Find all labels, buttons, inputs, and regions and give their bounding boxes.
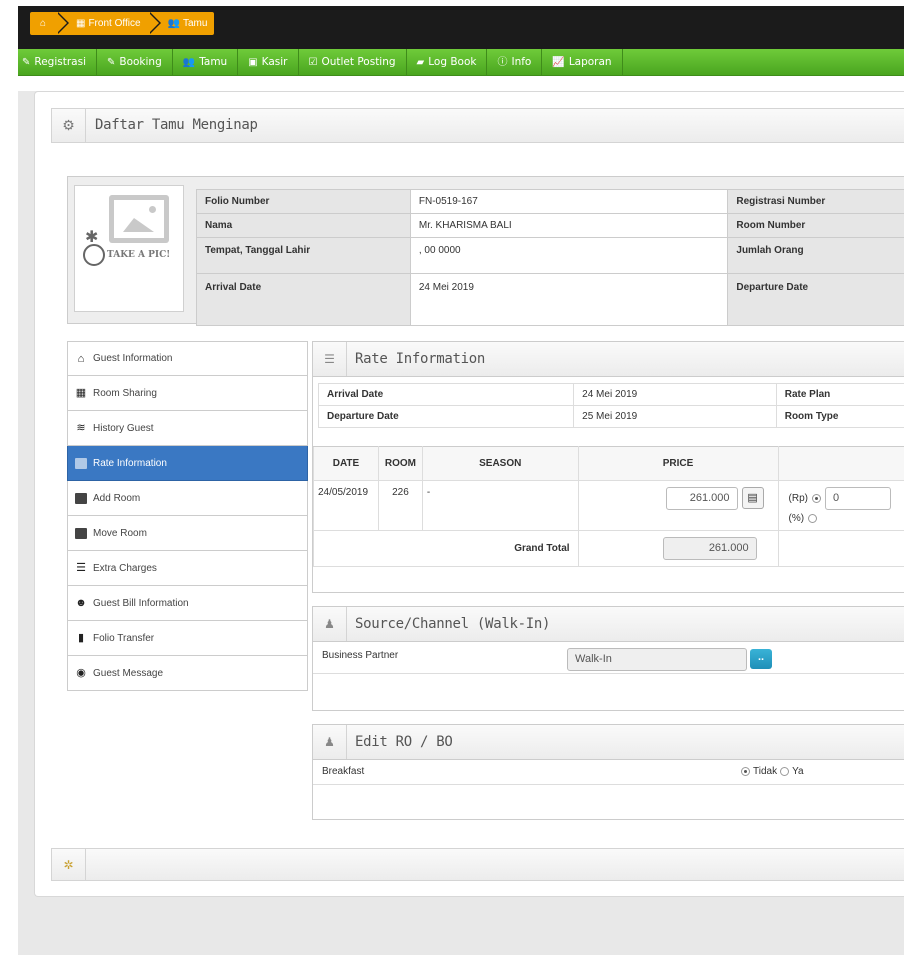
sparkle-icon: ✲ <box>52 849 86 880</box>
chart-icon <box>75 527 87 539</box>
nav-history-guest[interactable]: ≋ History Guest <box>67 411 308 446</box>
select-partner-button[interactable]: .. <box>750 649 772 669</box>
layers-icon: ≋ <box>76 422 86 434</box>
edit-icon: ✎ <box>106 57 116 68</box>
page-title: Daftar Tamu Menginap <box>95 117 258 133</box>
group-icon: ☻ <box>75 597 87 609</box>
book-icon: ▰ <box>416 57 425 68</box>
info-icon: ⓘ <box>497 57 508 68</box>
page-header: ⚙ Daftar Tamu Menginap <box>51 108 904 143</box>
take-photo-button[interactable]: ✱ TAKE A PIC! <box>74 185 184 312</box>
chart-icon <box>75 457 87 469</box>
breadcrumb-front-office[interactable]: ▦ Front Office <box>56 12 161 35</box>
folio-summary: ✱ TAKE A PIC! Folio Number FN-0519-167 R… <box>67 176 904 326</box>
birth-place-date: , 00 0000 <box>409 237 729 274</box>
discount-input[interactable]: 0 <box>824 487 891 510</box>
menu-log-book[interactable]: ▰ Log Book <box>407 49 488 76</box>
list-icon: ☰ <box>313 342 347 376</box>
table-row: 24/05/2019 226 - 261.000 ▤ (Rp) 0 (%) <box>313 480 904 531</box>
menu-tamu[interactable]: 👥 Tamu <box>173 49 239 76</box>
menu-kasir[interactable]: ▣ Kasir <box>238 49 299 76</box>
nav-guest-information[interactable]: ⌂ Guest Information <box>67 341 308 376</box>
footer-bar: ✲ <box>51 848 904 881</box>
list-icon: ☰ <box>76 562 86 574</box>
edit-ro-bo-title: Edit RO / BO <box>355 734 453 750</box>
rate-departure-date: 25 Mei 2019 <box>573 405 777 428</box>
price-input[interactable]: 261.000 <box>665 487 738 510</box>
gear-icon: ⚙ <box>52 109 86 142</box>
discount-rp-radio[interactable] <box>811 494 821 503</box>
main-menu: ✎ Registrasi ✎ Booking 👥 Tamu ▣ Kasir ☑ Outle… <box>18 49 904 76</box>
rate-information-panel: ☰ Rate Information Arrival Date 24 Mei 2… <box>312 341 904 593</box>
chart-icon <box>75 492 87 504</box>
grid-icon: ▦ <box>75 387 87 399</box>
book-icon: ▮ <box>77 632 85 644</box>
rate-table-header: DATE ROOM SEASON PRICE ( <box>313 446 904 481</box>
breakfast-ya-radio[interactable] <box>780 767 790 776</box>
grand-total-row: Grand Total 261.000 <box>313 530 904 567</box>
menu-laporan[interactable]: 📈 Laporan <box>542 49 623 76</box>
arrival-date: 24 Mei 2019 <box>409 273 729 326</box>
nav-add-room[interactable]: Add Room <box>67 481 308 516</box>
money-icon: ▣ <box>248 57 258 68</box>
discount-pct-radio[interactable] <box>808 514 818 523</box>
nav-room-sharing[interactable]: ▦ Room Sharing <box>67 376 308 411</box>
breakfast-tidak-radio[interactable] <box>741 767 750 776</box>
menu-registrasi[interactable]: ✎ Registrasi <box>18 49 97 76</box>
nav-guest-message[interactable]: ◉ Guest Message <box>67 656 308 691</box>
grand-total-value: 261.000 <box>662 537 757 560</box>
source-channel-panel: ♟ Source/Channel (Walk-In) Business Part… <box>312 606 904 711</box>
nav-rate-information[interactable]: Rate Information <box>67 446 308 481</box>
edit-icon: ✎ <box>22 57 31 68</box>
check-square-icon: ☑ <box>308 57 318 68</box>
menu-booking[interactable]: ✎ Booking <box>97 49 173 76</box>
top-bar: ⌂ ▦ Front Office 👥 Tamu <box>18 6 904 49</box>
main-panel: ⚙ Daftar Tamu Menginap ✱ TAKE A PIC! Fol… <box>34 91 904 897</box>
calendar-icon: ▦ <box>76 18 86 29</box>
home-icon: ⌂ <box>39 18 47 29</box>
users-icon: 👥 <box>182 57 196 68</box>
nav-move-room[interactable]: Move Room <box>67 516 308 551</box>
home-icon: ⌂ <box>77 352 85 365</box>
breadcrumb-home[interactable]: ⌂ <box>30 12 69 35</box>
business-partner-input[interactable]: Walk-In <box>567 648 747 671</box>
source-channel-title: Source/Channel (Walk-In) <box>355 616 551 632</box>
nav-extra-charges[interactable]: ☰ Extra Charges <box>67 551 308 586</box>
guest-sidenav: ⌂ Guest Information ▦ Room Sharing ≋ Histor… <box>67 341 308 691</box>
rate-dates-table: Arrival Date 24 Mei 2019 Rate Plan Depar… <box>317 383 904 428</box>
user-icon: ♟ <box>313 725 347 759</box>
gamepad-icon: ◉ <box>76 667 86 679</box>
folio-table: Folio Number FN-0519-167 Registrasi Numb… <box>196 189 904 326</box>
nav-guest-bill-information[interactable]: ☻ Guest Bill Information <box>67 586 308 621</box>
menu-outlet-posting[interactable]: ☑ Outlet Posting <box>299 49 407 76</box>
calculator-icon[interactable]: ▤ <box>741 487 764 509</box>
edit-ro-bo-panel: ♟ Edit RO / BO Breakfast Tidak Ya <box>312 724 904 820</box>
nav-folio-transfer[interactable]: ▮ Folio Transfer <box>67 621 308 656</box>
users-icon: 👥 <box>167 18 180 29</box>
take-pic-caption: TAKE A PIC! <box>107 250 171 260</box>
folio-number: FN-0519-167 <box>409 189 729 214</box>
rate-information-title: Rate Information <box>355 351 486 367</box>
rate-table: DATE ROOM SEASON PRICE ( 24/05/2019 226 … <box>313 446 904 567</box>
chart-icon: 📈 <box>552 57 565 68</box>
user-icon: ♟ <box>313 607 347 641</box>
image-placeholder-icon <box>109 195 169 243</box>
guest-name: Mr. KHARISMA BALI <box>409 213 729 238</box>
rate-arrival-date: 24 Mei 2019 <box>573 383 777 406</box>
menu-info[interactable]: ⓘ Info <box>487 49 543 76</box>
breadcrumb: ⌂ ▦ Front Office 👥 Tamu <box>30 12 215 35</box>
